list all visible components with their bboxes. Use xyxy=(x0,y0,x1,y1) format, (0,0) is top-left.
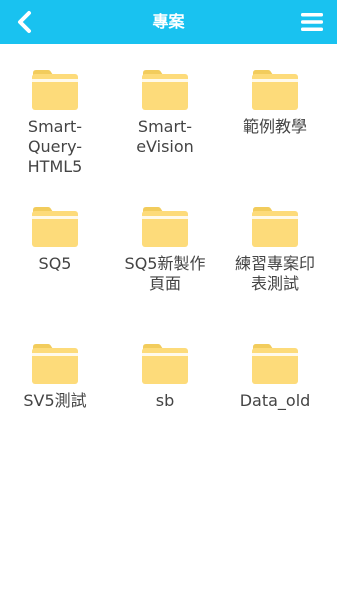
folder-icon xyxy=(252,207,298,247)
folder-label: SQ5 xyxy=(38,254,72,273)
folder-label: 練習專案印 表測試 xyxy=(234,254,315,293)
folder-icon xyxy=(32,344,78,384)
folder-icon xyxy=(32,70,78,110)
folder-label: SV5測試 xyxy=(23,391,87,410)
folder-label: Data_old xyxy=(239,391,311,410)
app-header: 專案 xyxy=(0,0,337,44)
folder-label: Smart- eVision xyxy=(136,117,194,156)
folder-item[interactable]: 範例教學 xyxy=(220,69,330,137)
folder-item[interactable]: SQ5 xyxy=(0,206,110,274)
folder-item[interactable]: Data_old xyxy=(220,343,330,411)
folder-label: sb xyxy=(155,391,175,410)
folder-label: SQ5新製作 頁面 xyxy=(124,254,206,293)
folder-icon xyxy=(252,70,298,110)
folder-item[interactable]: SV5測試 xyxy=(0,343,110,411)
folder-label: 範例教學 xyxy=(242,117,307,136)
folder-item[interactable]: sb xyxy=(110,343,220,411)
folder-label: Smart- Query- HTML5 xyxy=(27,117,83,176)
folder-icon xyxy=(252,344,298,384)
page-title: 專案 xyxy=(152,12,185,31)
menu-button[interactable] xyxy=(299,9,325,35)
hamburger-menu-icon xyxy=(301,13,323,31)
folder-icon xyxy=(142,344,188,384)
folder-item[interactable]: 練習專案印 表測試 xyxy=(220,206,330,294)
folder-item[interactable]: SQ5新製作 頁面 xyxy=(110,206,220,294)
folder-icon xyxy=(142,207,188,247)
folder-item[interactable]: Smart- eVision xyxy=(110,69,220,157)
folder-icon xyxy=(142,70,188,110)
folder-icon xyxy=(32,207,78,247)
folder-item[interactable]: Smart- Query- HTML5 xyxy=(0,69,110,177)
